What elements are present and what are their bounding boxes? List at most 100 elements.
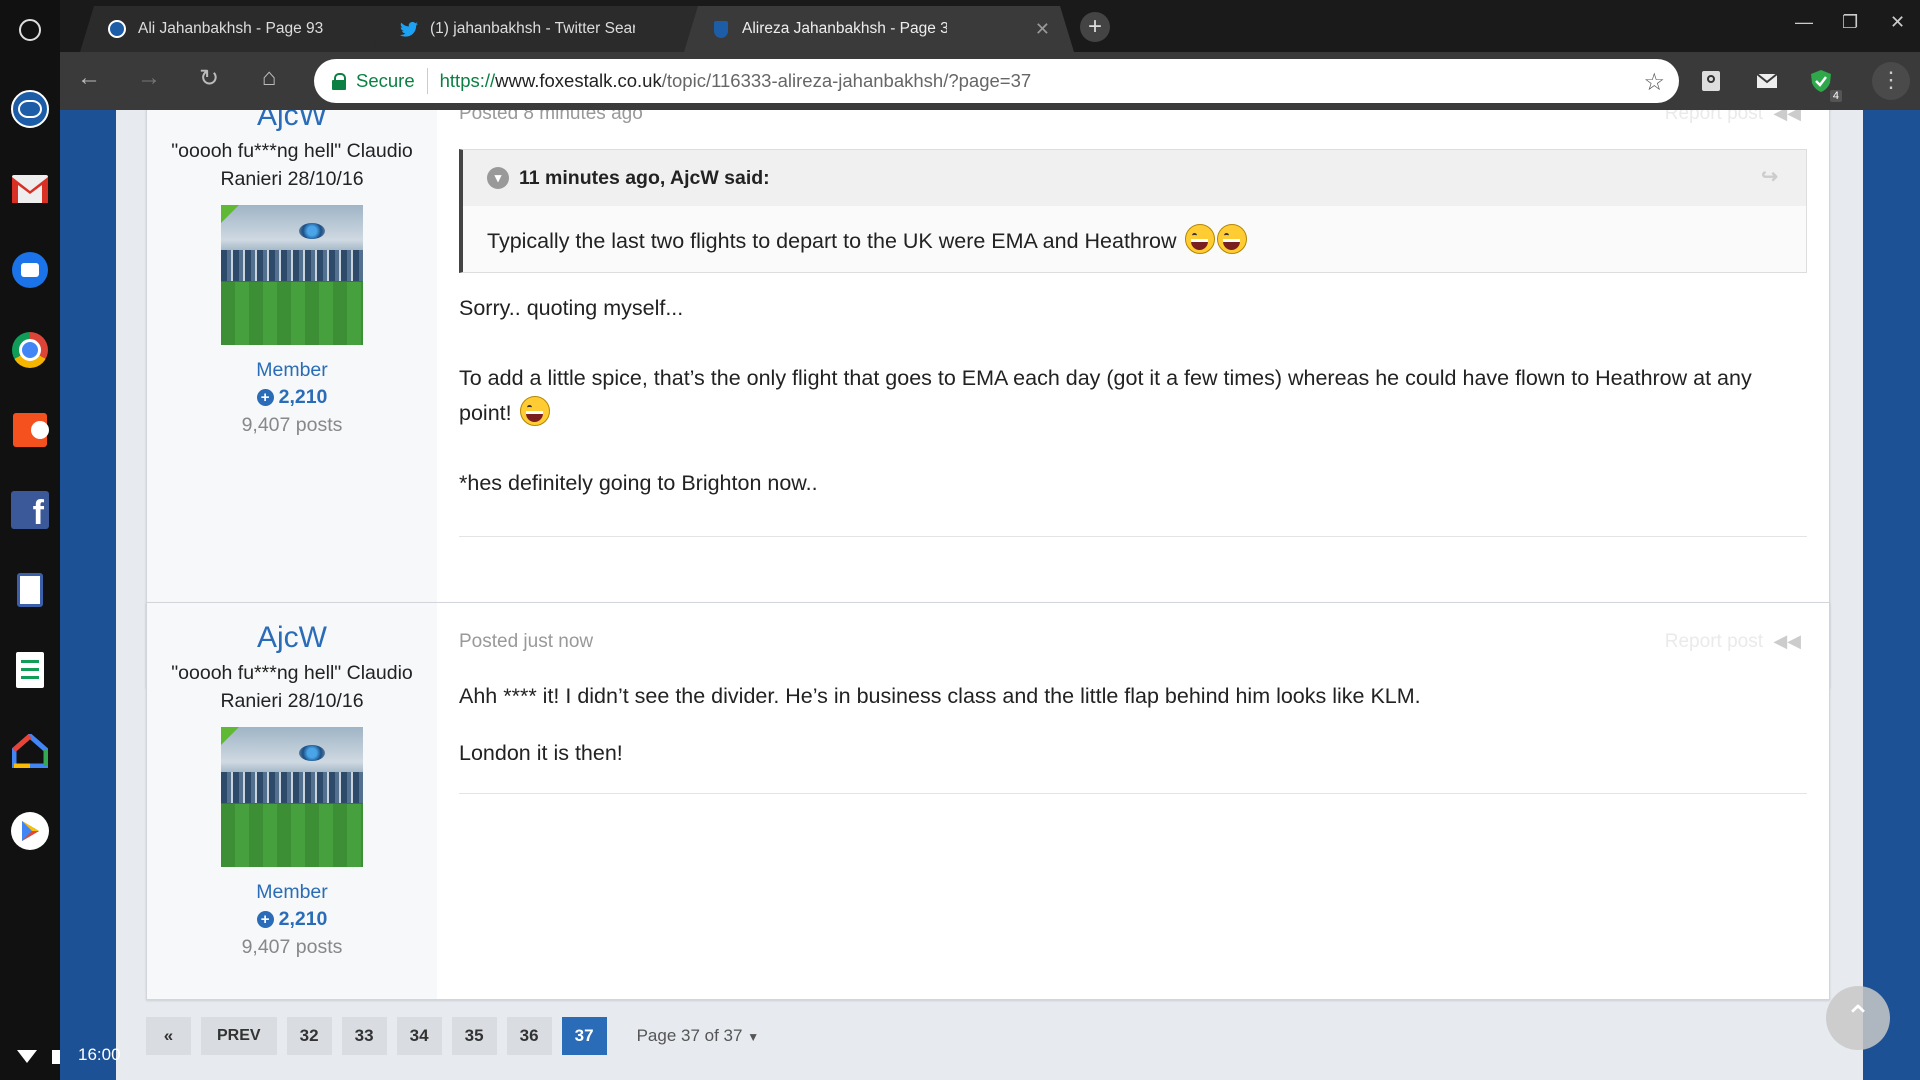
forum-page: AjcW "ooooh fu***ng hell" Claudio Ranier…	[116, 110, 1863, 1080]
forward-icon[interactable]: →	[134, 64, 164, 92]
url-protocol: https://	[439, 70, 496, 91]
reputation: +2,210	[147, 386, 437, 409]
close-tab-icon[interactable]: ✕	[1035, 19, 1050, 40]
author-avatar[interactable]	[221, 727, 363, 867]
first-page-button[interactable]: «	[146, 1017, 191, 1055]
forum-post: AjcW "ooooh fu***ng hell" Claudio Ranier…	[146, 602, 1830, 1000]
post-count: 9,407 posts	[241, 414, 343, 436]
page-jump-dropdown[interactable]: Page 37 of 37 ▼	[637, 1026, 760, 1046]
battery-icon	[52, 1050, 60, 1064]
page-35-button[interactable]: 35	[451, 1017, 497, 1055]
page-33-button[interactable]: 33	[341, 1017, 387, 1055]
post-paragraph: Ahh **** it! I didn’t see the divider. H…	[459, 684, 1421, 708]
tab-title: Alireza Jahanbakhsh - Page 37	[742, 20, 947, 37]
post-paragraph: *hes definitely going to Brighton now..	[459, 471, 818, 495]
wifi-icon	[17, 1050, 37, 1063]
member-group: Member	[256, 881, 328, 903]
browser-menu-icon[interactable]: ⋮	[1872, 62, 1910, 100]
author-name[interactable]: AjcW	[147, 621, 437, 655]
quote-link-icon[interactable]: ↪	[1761, 164, 1778, 189]
author-name[interactable]: AjcW	[147, 110, 437, 133]
clipboard-icon[interactable]	[9, 569, 51, 611]
report-post-link[interactable]: Report post	[1665, 631, 1763, 653]
caret-down-icon: ▼	[747, 1030, 760, 1044]
system-clock: 16:00	[78, 1045, 121, 1064]
author-title: "ooooh fu***ng hell" Claudio Ranieri 28/…	[171, 140, 413, 190]
foxestalk-favicon	[712, 20, 730, 38]
post-paragraph: Sorry.. quoting myself...	[459, 296, 684, 320]
online-indicator	[221, 205, 239, 223]
laughing-emoji-icon	[1184, 224, 1215, 254]
tab-alireza-jahanbakhsh[interactable]: Alireza Jahanbakhsh - Page 37 ✕	[684, 6, 1074, 52]
home-icon[interactable]	[9, 730, 51, 772]
launcher-icon[interactable]	[19, 19, 41, 41]
quote-block: ▾ 11 minutes ago, AjcW said: ↪ Typically…	[459, 149, 1807, 273]
pagination: « PREV 32 33 34 35 36 37 Page 37 of 37 ▼	[146, 1016, 759, 1056]
brighton-favicon	[108, 20, 126, 38]
report-post-link[interactable]: Report post	[1665, 110, 1763, 125]
post-count: 9,407 posts	[241, 936, 343, 958]
secure-label: Secure	[356, 70, 415, 91]
tab-strip: Ali Jahanbakhsh - Page 93 ✕ (1) jahanbak…	[60, 0, 1920, 52]
address-bar[interactable]: Secure https://www.foxestalk.co.uk/topic…	[314, 59, 1679, 103]
post-divider	[459, 536, 1807, 537]
prev-page-button[interactable]: PREV	[201, 1017, 277, 1055]
chrome-icon[interactable]	[9, 329, 51, 371]
restore-icon[interactable]: ❐	[1842, 12, 1858, 33]
scroll-to-top-button[interactable]: ⌃	[1826, 986, 1890, 1050]
minimize-icon[interactable]: —	[1795, 12, 1813, 33]
gmail-icon[interactable]	[9, 168, 51, 210]
laughing-emoji-icon	[1216, 224, 1247, 254]
brighton-app-icon[interactable]	[9, 88, 51, 130]
bookmark-star-icon[interactable]: ☆	[1643, 68, 1665, 97]
post-content: Posted just now Report post ◀◀ Ahh **** …	[459, 603, 1807, 794]
page-viewport: AjcW "ooooh fu***ng hell" Claudio Ranier…	[60, 110, 1920, 1080]
play-store-icon[interactable]	[9, 810, 51, 852]
quote-text: Typically the last two flights to depart…	[463, 206, 1806, 272]
post-paragraph: To add a little spice, that’s the only f…	[459, 366, 1752, 426]
home-button-icon[interactable]: ⌂	[254, 64, 284, 92]
quote-header: ▾ 11 minutes ago, AjcW said: ↪	[463, 150, 1806, 206]
reload-icon[interactable]: ↻	[194, 64, 224, 93]
post-content: Posted 8 minutes ago Report post ◀◀ ▾ 11…	[459, 110, 1807, 537]
lock-icon	[332, 73, 346, 90]
quote-collapse-icon[interactable]: ▾	[487, 167, 509, 189]
post-divider	[459, 793, 1807, 794]
close-window-icon[interactable]: ✕	[1890, 12, 1905, 33]
shield-extension-icon[interactable]: 4	[1806, 66, 1842, 102]
tasks-icon[interactable]	[9, 649, 51, 691]
quote-citation: 11 minutes ago, AjcW said:	[519, 166, 770, 189]
post-author-panel: AjcW "ooooh fu***ng hell" Claudio Ranier…	[147, 603, 437, 999]
tab-title: Ali Jahanbakhsh - Page 93	[138, 20, 324, 37]
mail-icon[interactable]	[1752, 66, 1782, 96]
share-icon[interactable]: ◀◀	[1773, 631, 1801, 652]
messages-icon[interactable]	[9, 249, 51, 291]
new-tab-button[interactable]: +	[1080, 12, 1110, 42]
post-timestamp[interactable]: Posted 8 minutes ago	[459, 110, 643, 124]
url-domain: www.foxestalk.co.uk	[495, 70, 662, 91]
online-indicator	[221, 727, 239, 745]
keep-icon[interactable]	[1696, 66, 1726, 96]
back-icon[interactable]: ←	[74, 64, 104, 92]
reputation: +2,210	[147, 908, 437, 931]
page-36-button[interactable]: 36	[506, 1017, 552, 1055]
url-path: /topic/116333-alireza-jahanbakhsh/?page=…	[661, 70, 1032, 91]
post-author-panel: AjcW "ooooh fu***ng hell" Claudio Ranier…	[147, 110, 437, 687]
share-icon[interactable]: ◀◀	[1773, 110, 1801, 124]
laughing-emoji-icon	[519, 396, 550, 426]
page-34-button[interactable]: 34	[396, 1017, 442, 1055]
author-title: "ooooh fu***ng hell" Claudio Ranieri 28/…	[171, 662, 413, 712]
facebook-icon[interactable]: f	[9, 489, 51, 532]
slides-icon[interactable]	[9, 409, 51, 451]
post-timestamp[interactable]: Posted just now	[459, 631, 593, 652]
member-group: Member	[256, 359, 328, 381]
reputation-plus-icon: +	[256, 389, 274, 406]
page-32-button[interactable]: 32	[286, 1017, 332, 1055]
browser-toolbar: ← → ↻ ⌂ Secure https://www.foxestalk.co.…	[60, 52, 1920, 110]
post-paragraph: London it is then!	[459, 741, 623, 765]
omnibox-separator	[426, 68, 428, 94]
author-avatar[interactable]	[221, 205, 363, 345]
twitter-favicon	[400, 20, 418, 38]
page-37-button[interactable]: 37	[561, 1017, 607, 1055]
reputation-plus-icon: +	[256, 911, 274, 928]
